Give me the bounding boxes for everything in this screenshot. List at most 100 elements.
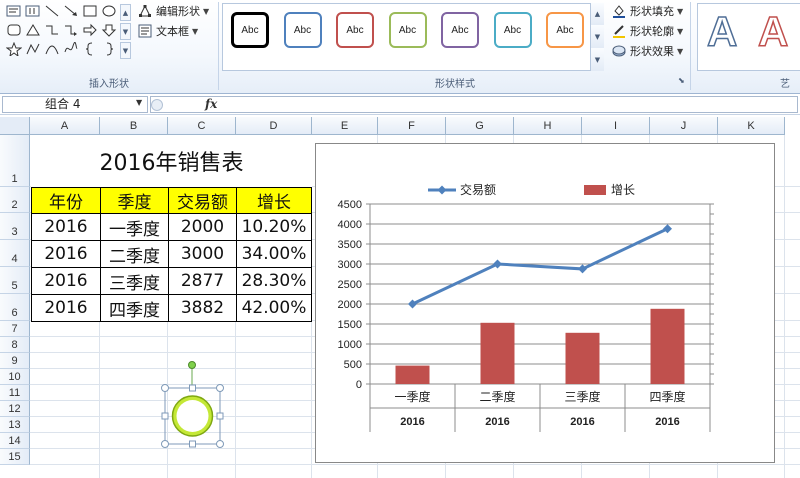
dialog-launcher-icon[interactable]: ⬊ [678, 76, 687, 85]
column-header[interactable]: J [650, 117, 718, 135]
elbow-connector-icon[interactable] [44, 23, 60, 37]
select-all-corner[interactable] [0, 117, 30, 135]
combo-chart[interactable]: 0 500 1000 1500 2000 2500 3000 3500 4000 4500 一季度 2… [315, 143, 775, 463]
table-cell[interactable]: 3882 [168, 294, 237, 322]
block-arrow-down-icon[interactable] [101, 23, 117, 37]
shape-effects-button[interactable]: 形状效果 ▼ [612, 42, 683, 60]
line-point-marker[interactable] [408, 299, 417, 309]
table-header-cell[interactable]: 年份 [31, 187, 101, 214]
right-brace-icon[interactable] [101, 42, 117, 56]
chevron-down-icon[interactable]: ▼ [136, 98, 142, 107]
text-box-icon[interactable] [6, 4, 22, 18]
row-header[interactable]: 7 [0, 321, 30, 337]
edit-shape-button[interactable]: 编辑形状 ▼ [138, 2, 209, 20]
bar-growth[interactable] [650, 308, 685, 384]
resize-handle[interactable] [216, 412, 224, 420]
resize-handle[interactable] [189, 384, 196, 392]
bar-growth[interactable] [480, 322, 515, 384]
table-cell[interactable]: 10.20% [236, 213, 312, 241]
formula-input[interactable]: fx [150, 96, 798, 113]
row-header[interactable]: 1 [0, 135, 30, 187]
table-cell[interactable]: 3000 [168, 240, 237, 268]
gallery-more[interactable]: ▼ [590, 48, 604, 71]
gallery-scroll-down[interactable]: ▼ [590, 25, 604, 48]
freeform-icon[interactable] [25, 42, 41, 56]
row-header[interactable]: 15 [0, 449, 30, 465]
line-series-transaction[interactable] [411, 227, 669, 306]
resize-handle[interactable] [161, 384, 169, 392]
triangle-icon[interactable] [25, 23, 41, 37]
column-header[interactable]: F [378, 117, 446, 135]
shape-style-swatch[interactable]: Abc [388, 12, 427, 48]
wordart-sample-red[interactable]: A [757, 7, 789, 56]
line-icon[interactable] [44, 4, 60, 18]
table-cell[interactable]: 28.30% [236, 267, 312, 295]
row-header[interactable]: 5 [0, 267, 30, 294]
resize-handle[interactable] [216, 440, 224, 448]
selected-circle-shape[interactable] [160, 360, 226, 450]
resize-handle[interactable] [161, 412, 169, 420]
table-header-cell[interactable]: 交易额 [168, 187, 237, 214]
table-cell[interactable]: 一季度 [100, 213, 169, 241]
column-header[interactable]: B [100, 117, 168, 135]
column-header[interactable]: E [312, 117, 378, 135]
shape-outline-button[interactable]: 形状轮廓 ▼ [612, 22, 683, 40]
elbow-arrow-connector-icon[interactable] [63, 23, 79, 37]
shape-style-swatch[interactable]: Abc [283, 12, 322, 48]
shape-style-swatch[interactable]: Abc [441, 12, 479, 48]
resize-handle[interactable] [161, 440, 169, 448]
row-header[interactable]: 13 [0, 417, 30, 433]
bar-growth[interactable] [395, 365, 430, 384]
shape-style-swatch[interactable]: Abc [546, 12, 584, 48]
row-header[interactable]: 9 [0, 353, 30, 369]
row-header[interactable]: 11 [0, 385, 30, 401]
table-cell[interactable]: 2016 [31, 213, 101, 241]
formula-collapse-icon[interactable] [151, 99, 163, 111]
star-icon[interactable] [6, 42, 22, 56]
table-cell[interactable]: 2016 [31, 294, 101, 322]
sheet-title-cell[interactable]: 2016年销售表 [31, 135, 312, 187]
rounded-rectangle-icon[interactable] [6, 23, 22, 37]
oval-icon[interactable] [101, 4, 117, 18]
line-point-marker[interactable] [493, 259, 502, 269]
column-header[interactable]: C [168, 117, 236, 135]
vertical-text-box-icon[interactable] [25, 4, 41, 18]
line-point-marker[interactable] [578, 264, 587, 274]
row-header[interactable]: 6 [0, 294, 30, 321]
rotate-handle[interactable] [188, 361, 196, 369]
left-brace-icon[interactable] [82, 42, 98, 56]
column-header[interactable]: G [446, 117, 514, 135]
arrow-icon[interactable] [63, 4, 79, 18]
table-cell[interactable]: 2000 [168, 213, 237, 241]
table-cell[interactable]: 42.00% [236, 294, 312, 322]
bar-growth[interactable] [565, 332, 600, 384]
shapes-gallery-scroll[interactable]: ▲ [120, 4, 131, 21]
text-box-button[interactable]: 文本框 ▼ [138, 22, 198, 40]
table-cell[interactable]: 2016 [31, 240, 101, 268]
shapes-gallery-more[interactable]: ▼ [120, 42, 131, 59]
shape-fill-button[interactable]: 形状填充 ▼ [612, 2, 683, 20]
row-header[interactable]: 3 [0, 213, 30, 240]
curve-icon[interactable] [44, 42, 60, 56]
resize-handle[interactable] [216, 384, 224, 392]
wordart-sample-outline[interactable]: A [706, 7, 738, 56]
insert-function-icon[interactable]: fx [205, 97, 217, 112]
table-header-cell[interactable]: 季度 [100, 187, 169, 214]
column-header[interactable]: A [30, 117, 100, 135]
column-header[interactable]: D [236, 117, 312, 135]
shapes-gallery-scroll[interactable]: ▼ [120, 23, 131, 40]
shape-style-swatch[interactable]: Abc [493, 12, 532, 48]
scribble-icon[interactable] [63, 42, 79, 56]
row-header[interactable]: 10 [0, 369, 30, 385]
row-header[interactable]: 14 [0, 433, 30, 449]
name-box[interactable]: 组合 4 [2, 96, 148, 113]
column-header[interactable]: H [514, 117, 582, 135]
table-cell[interactable]: 2016 [31, 267, 101, 295]
row-header[interactable]: 12 [0, 401, 30, 417]
row-header[interactable]: 2 [0, 187, 30, 213]
table-cell[interactable]: 34.00% [236, 240, 312, 268]
worksheet[interactable]: ABCDEFGHIJK 1 2 3 4 5 6 7 8 9 10 11 12 13 14 15 2016年销… [0, 115, 800, 478]
line-point-marker[interactable] [663, 224, 672, 234]
column-header[interactable]: I [582, 117, 650, 135]
table-cell[interactable]: 二季度 [100, 240, 169, 268]
